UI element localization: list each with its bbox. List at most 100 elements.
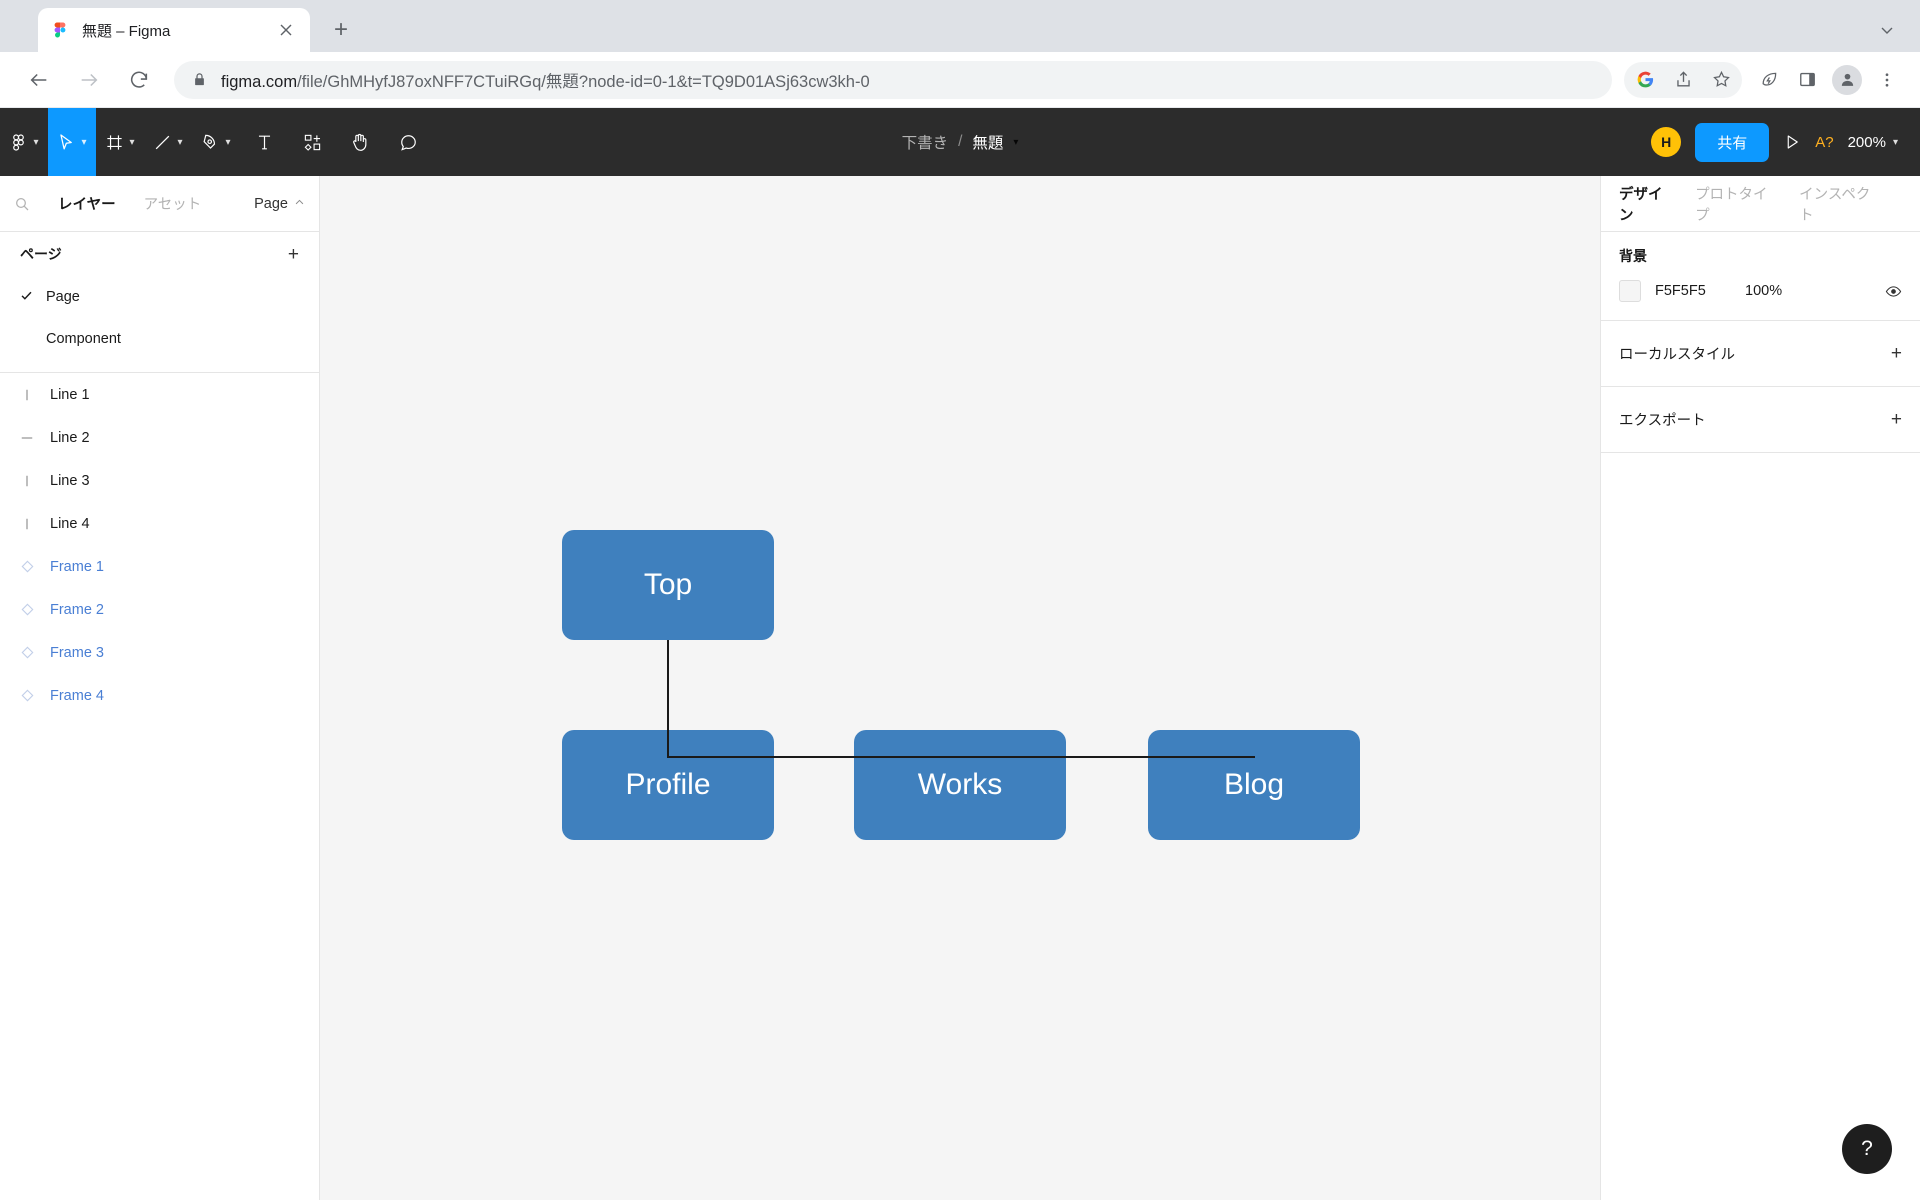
list-item[interactable]: Line 2 [0, 416, 319, 459]
design-panel-tabs: デザイン プロトタイプ インスペクト [1601, 176, 1920, 232]
export-row[interactable]: エクスポート + [1601, 387, 1920, 453]
browser-tabstrip: 無題 – Figma + [0, 0, 1920, 52]
share-icon[interactable] [1664, 61, 1702, 99]
energy-saver-leaf-icon[interactable] [1750, 61, 1788, 99]
figma-toolbar: ▾ ▾ ▾ ▾ ▾ 下書き / 無題 ▾ H 共有 A? 200% ▾ [0, 108, 1920, 176]
breadcrumb-project[interactable]: 下書き [902, 131, 949, 153]
node-label: Works [917, 768, 1003, 801]
node-works[interactable]: Works [854, 730, 1066, 840]
components-plus-icon[interactable] [288, 108, 336, 176]
background-section-label: 背景 [1619, 248, 1647, 264]
frame-diamond-icon [20, 688, 50, 703]
chevron-down-icon: ▾ [177, 136, 183, 148]
search-icon[interactable] [14, 196, 44, 212]
figma-toolbar-right: H 共有 A? 200% ▾ [1651, 122, 1920, 162]
back-arrow-icon[interactable] [19, 60, 59, 100]
node-top[interactable]: Top [562, 530, 774, 640]
page-item-label: Page [46, 289, 80, 305]
plus-icon[interactable]: + [1891, 343, 1902, 365]
move-tool-button[interactable]: ▾ [48, 108, 96, 176]
pen-tool-button[interactable]: ▾ [192, 108, 240, 176]
tab-design[interactable]: デザイン [1619, 183, 1675, 225]
zoom-level-label: 200% [1847, 133, 1886, 151]
layers-panel-tabs: レイヤー アセット Page [0, 176, 319, 232]
list-item-label: Frame 1 [50, 558, 104, 575]
browser-tab-title: 無題 – Figma [82, 22, 171, 40]
figma-main-menu-button[interactable]: ▾ [0, 108, 48, 176]
line-vertical-icon [20, 474, 50, 488]
tab-assets[interactable]: アセット [130, 193, 216, 214]
color-hex-value[interactable]: F5F5F5 [1655, 283, 1745, 299]
background-section: 背景 F5F5F5 100% [1601, 232, 1920, 321]
more-vertical-icon[interactable] [1868, 61, 1906, 99]
play-icon[interactable] [1783, 133, 1801, 151]
list-item[interactable]: Frame 2 [0, 588, 319, 631]
frame-diamond-icon [20, 559, 50, 574]
chevron-down-icon: ▾ [225, 136, 231, 148]
list-item-label: Line 3 [50, 472, 90, 489]
side-panel-icon[interactable] [1788, 61, 1826, 99]
layers-panel: レイヤー アセット Page ページ + Page Component Line… [0, 176, 320, 1200]
list-item[interactable]: Frame 4 [0, 674, 319, 717]
chevron-down-icon: ▾ [129, 136, 135, 148]
chevron-down-icon[interactable]: ▾ [1013, 137, 1018, 148]
local-styles-label: ローカルスタイル [1619, 347, 1735, 363]
omnibox-host: figma.com [221, 72, 298, 91]
frame-tool-button[interactable]: ▾ [96, 108, 144, 176]
check-icon [20, 289, 46, 305]
help-button[interactable]: ? [1842, 1124, 1892, 1174]
page-item-component[interactable]: Component [0, 318, 319, 360]
list-item[interactable]: Line 3 [0, 459, 319, 502]
hand-tool-button[interactable] [336, 108, 384, 176]
figma-logo-icon [50, 20, 70, 40]
frame-diamond-icon [20, 645, 50, 660]
zoom-level-button[interactable]: 200% ▾ [1848, 134, 1898, 151]
list-item[interactable]: Line 4 [0, 502, 319, 545]
list-item[interactable]: Line 1 [0, 373, 319, 416]
text-tool-button[interactable] [240, 108, 288, 176]
shape-tool-button[interactable]: ▾ [144, 108, 192, 176]
list-item[interactable]: Frame 1 [0, 545, 319, 588]
new-tab-button[interactable]: + [324, 13, 358, 47]
chevron-down-icon[interactable] [1864, 8, 1910, 52]
page-item-page[interactable]: Page [0, 276, 319, 318]
list-item-label: Line 1 [50, 386, 90, 403]
background-fill-row: F5F5F5 100% [1619, 280, 1902, 302]
list-item-label: Line 4 [50, 515, 90, 532]
list-item-label: Frame 2 [50, 601, 104, 618]
line-vertical-icon [20, 517, 50, 531]
local-styles-row[interactable]: ローカルスタイル + [1601, 321, 1920, 387]
eye-icon[interactable] [1885, 283, 1902, 300]
omnibox-path: /file/GhMHyfJ87oxNFF7CTuiRGq/無題?node-id=… [297, 72, 870, 91]
status-badge[interactable]: A? [1815, 134, 1833, 151]
tab-inspect[interactable]: インスペクト [1799, 183, 1882, 225]
list-item[interactable]: Frame 3 [0, 631, 319, 674]
plus-icon[interactable]: + [1891, 409, 1902, 431]
page-selector[interactable]: Page [254, 196, 305, 212]
edge-horizontal-bus [667, 756, 1255, 758]
bookmark-star-icon[interactable] [1702, 61, 1740, 99]
pages-section-header: ページ + [0, 232, 319, 276]
profile-avatar-icon[interactable] [1832, 64, 1862, 95]
color-swatch[interactable] [1619, 280, 1641, 302]
node-label: Profile [625, 768, 711, 801]
browser-tab[interactable]: 無題 – Figma [38, 8, 310, 52]
lock-icon [192, 72, 207, 87]
file-name[interactable]: 無題 [972, 131, 1003, 153]
node-blog[interactable]: Blog [1148, 730, 1360, 840]
omnibox[interactable]: figma.com/file/GhMHyfJ87oxNFF7CTuiRGq/無題… [174, 60, 1612, 99]
tab-layers[interactable]: レイヤー [44, 193, 130, 214]
node-label: Top [643, 568, 693, 601]
pages-section-label: ページ [20, 246, 62, 262]
tab-prototype[interactable]: プロトタイプ [1695, 183, 1779, 225]
close-icon[interactable] [274, 18, 298, 42]
plus-icon[interactable]: + [288, 245, 299, 264]
avatar[interactable]: H [1651, 127, 1682, 157]
list-item-label: Line 2 [50, 429, 90, 446]
opacity-value[interactable]: 100% [1745, 283, 1815, 299]
share-button[interactable]: 共有 [1695, 122, 1770, 162]
reload-icon[interactable] [119, 60, 159, 100]
figma-canvas[interactable]: Top Profile Works Blog [320, 176, 1600, 1200]
comment-tool-button[interactable] [384, 108, 432, 176]
google-icon[interactable] [1626, 61, 1664, 99]
